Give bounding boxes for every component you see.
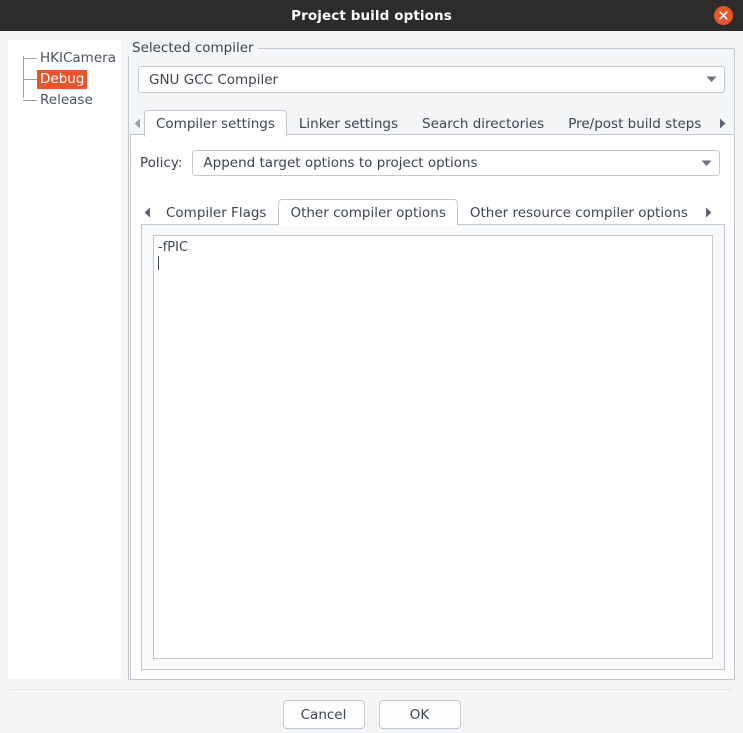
policy-value: Append target options to project options <box>203 155 478 171</box>
tab-compiler-settings[interactable]: Compiler settings <box>144 110 287 137</box>
footer-buttons: Cancel OK <box>0 700 743 729</box>
tab-label: Other resource compiler options <box>469 205 688 221</box>
tree-branch-line <box>23 99 37 101</box>
footer-separator <box>10 689 733 690</box>
chevron-right-icon[interactable] <box>702 199 716 226</box>
cancel-button[interactable]: Cancel <box>282 700 365 729</box>
tree-item-label: HKICamera <box>40 49 116 66</box>
policy-label: Policy: <box>140 155 183 171</box>
selected-compiler-value: GNU GCC Compiler <box>149 71 279 88</box>
tab-linker-settings[interactable]: Linker settings <box>287 110 410 137</box>
tree-item-debug[interactable]: Debug <box>23 69 88 89</box>
chevron-down-icon <box>693 160 719 167</box>
ok-button[interactable]: OK <box>378 700 461 729</box>
chevron-down-icon <box>698 76 724 83</box>
editor-line: -fPIC <box>158 240 189 255</box>
chevron-right-icon[interactable] <box>715 110 729 137</box>
tab-label: Search directories <box>422 116 545 132</box>
tree-item-release[interactable]: Release <box>23 90 96 110</box>
tab-label: Compiler settings <box>156 115 275 132</box>
target-tree-panel: HKICamera Debug Release <box>8 40 121 678</box>
close-icon[interactable] <box>714 6 733 25</box>
compiler-options-tabbar: Compiler Flags Other compiler options Ot… <box>140 197 729 226</box>
policy-dropdown[interactable]: Append target options to project options <box>192 150 721 176</box>
window-title: Project build options <box>291 7 452 24</box>
window-titlebar: Project build options <box>0 0 743 31</box>
tab-other-resource-compiler-options[interactable]: Other resource compiler options <box>458 199 700 226</box>
tab-label: Compiler Flags <box>166 205 267 221</box>
tab-pre-post-build-steps[interactable]: Pre/post build steps <box>556 110 713 137</box>
selected-compiler-legend: Selected compiler <box>128 40 258 56</box>
tab-search-directories[interactable]: Search directories <box>410 110 556 137</box>
policy-row: Policy: Append target options to project… <box>140 150 721 176</box>
chevron-left-icon[interactable] <box>130 110 144 137</box>
tree-item-project[interactable]: HKICamera <box>23 48 119 68</box>
build-options-tabbar: Compiler settings Linker settings Search… <box>130 108 743 137</box>
editor-caret-line <box>158 256 710 273</box>
target-tree: HKICamera Debug Release <box>8 48 121 108</box>
tree-item-label: Debug <box>37 69 88 89</box>
tree-branch-line <box>23 78 37 80</box>
tab-compiler-flags[interactable]: Compiler Flags <box>154 199 278 226</box>
selected-compiler-dropdown[interactable]: GNU GCC Compiler <box>138 66 725 93</box>
tree-item-label: Release <box>40 91 93 108</box>
tab-label: Linker settings <box>298 116 399 132</box>
chevron-left-icon[interactable] <box>140 199 154 226</box>
tab-label: Other compiler options <box>290 204 446 221</box>
text-caret <box>158 256 159 270</box>
tab-label: Pre/post build steps <box>568 116 702 132</box>
other-compiler-options-textarea[interactable]: -fPIC <box>153 235 713 659</box>
tree-branch-line <box>23 57 37 59</box>
tab-other-compiler-options[interactable]: Other compiler options <box>278 199 458 226</box>
